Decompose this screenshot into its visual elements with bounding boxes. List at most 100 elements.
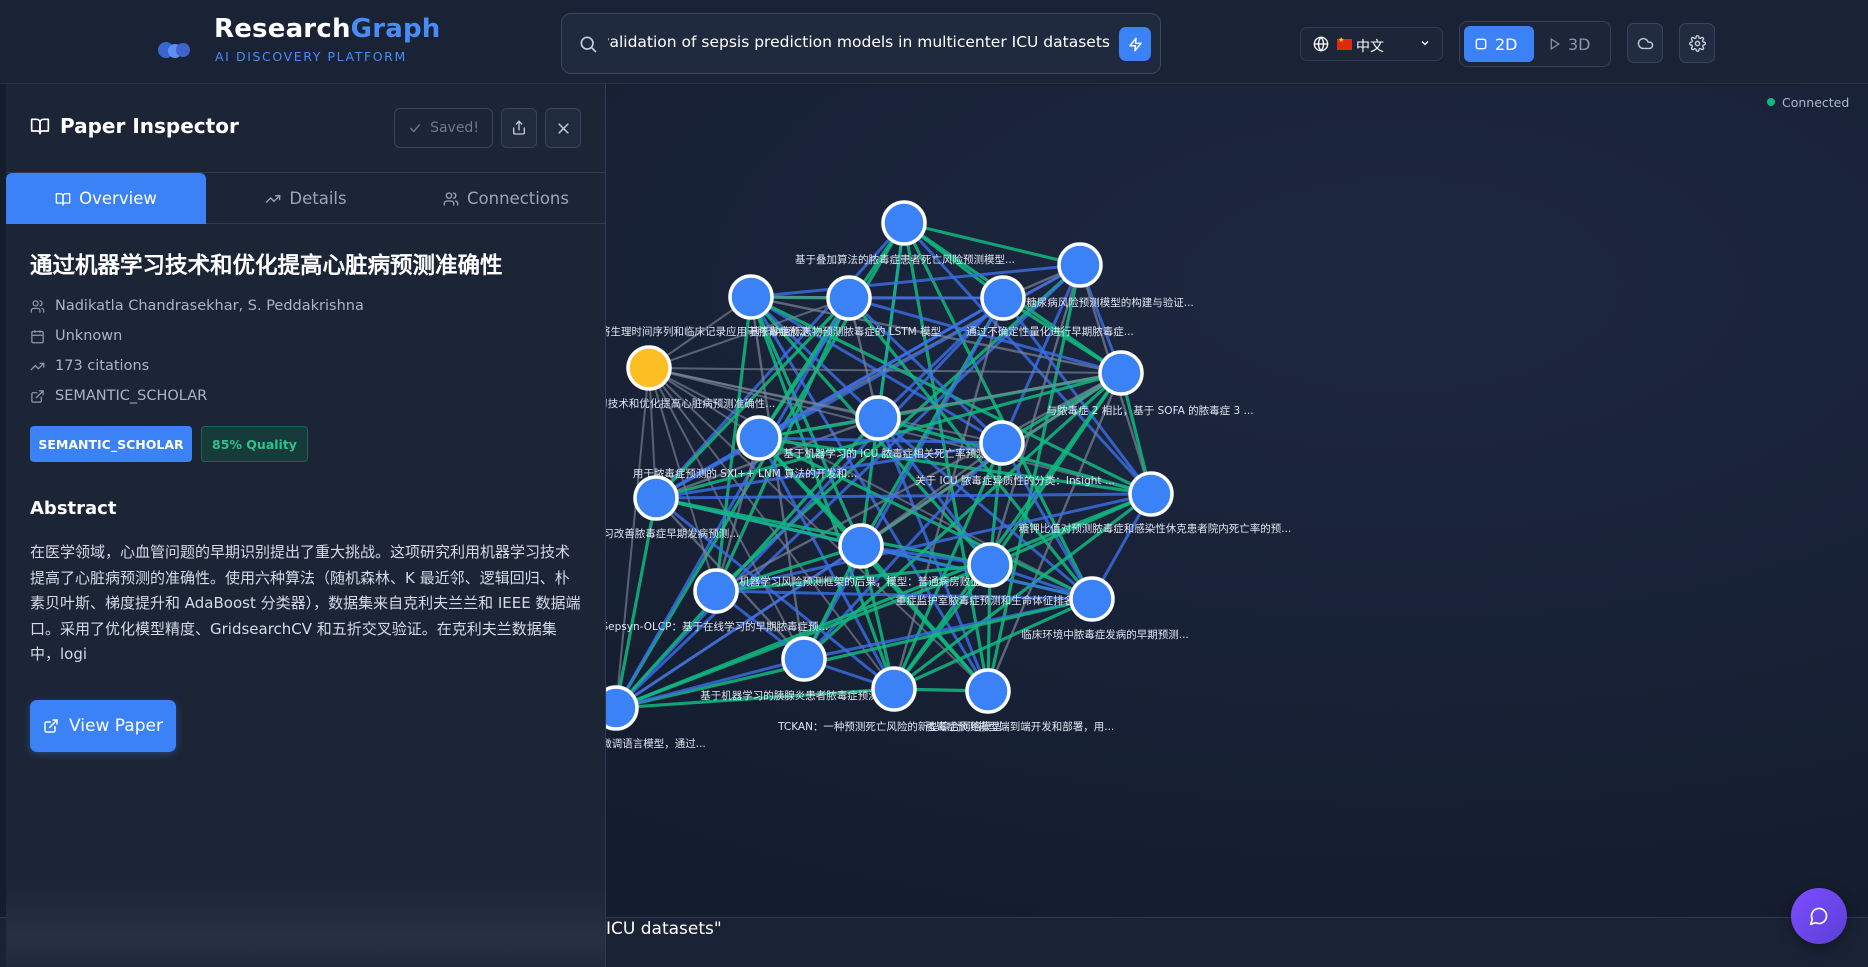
top-header: ResearchGraph AI DISCOVERY PLATFORM Exte…: [0, 0, 1868, 84]
book-open-icon: [55, 192, 71, 206]
paper-authors: Nadikatla Chandrasekhar, S. Peddakrishna: [30, 298, 364, 314]
settings-button[interactable]: [1679, 23, 1715, 63]
graph-node[interactable]: [980, 275, 1026, 321]
abstract-line: 在医学领域，心血管问题的早期识别提出了重大挑战。这项研究利用机器学习技术: [30, 543, 571, 561]
abstract-line: 中，logi: [30, 645, 88, 663]
graph-node-label: 机器学习风险预测框架的后果，模型：普通病房败血...: [739, 575, 991, 588]
graph-node[interactable]: [1057, 242, 1103, 288]
paper-citations: 173 citations: [30, 358, 149, 374]
language-select[interactable]: 中文: [1300, 27, 1443, 61]
graph-node[interactable]: [633, 475, 679, 521]
graph-node[interactable]: [855, 395, 901, 441]
graph-node-label: 糖钾比值对预测脓毒症和感染性休克患者院内死亡率的预...: [1019, 522, 1292, 535]
graph-node[interactable]: [1069, 576, 1115, 622]
graph-node[interactable]: [967, 542, 1013, 588]
lightning-icon: [1128, 37, 1142, 51]
search-bar[interactable]: External validation of sepsis prediction…: [561, 13, 1161, 74]
graph-node[interactable]: [781, 636, 827, 682]
abstract-line: 口。采用了优化模型精度、GridsearchCV 和五折交叉验证。在克利夫兰数据…: [30, 619, 557, 638]
trending-up-icon: [266, 194, 281, 203]
status-label: Connected: [1782, 95, 1850, 110]
graph-node-label: 关于 ICU 脓毒症异质性的分类：Insight ...: [915, 474, 1115, 487]
graph-node[interactable]: [693, 568, 739, 614]
abstract-text: 在医学领域，心血管问题的早期识别提出了重大挑战。这项研究利用机器学习技术 提高了…: [30, 540, 582, 668]
paper-inspector-panel: Paper Inspector Saved! Overview Details …: [6, 84, 606, 967]
connection-status: Connected: [1767, 95, 1849, 110]
gear-icon: [1688, 34, 1706, 52]
square-icon: [1475, 38, 1487, 50]
graph-node-selected[interactable]: [626, 345, 672, 391]
china-flag-icon: [1337, 36, 1352, 50]
calendar-icon: [31, 329, 44, 343]
graph-node-label: 与脓毒症 2 相比，基于 SOFA 的脓毒症 3 ...: [1046, 404, 1253, 417]
users-icon: [30, 299, 45, 313]
graph-node-label: 通过不确定性量化进行早期脓毒症...: [966, 325, 1134, 338]
inspector-tabs: Overview Details Connections: [6, 172, 605, 224]
graph-node[interactable]: [728, 274, 774, 320]
share-icon: [513, 120, 525, 135]
graph-node-label: 临床环境中脓毒症发病的早期预测...: [1021, 628, 1189, 641]
graph-edge: [655, 492, 1152, 500]
paper-source: SEMANTIC_SCHOLAR: [30, 388, 207, 404]
view-paper-button[interactable]: View Paper: [30, 700, 176, 752]
close-button[interactable]: [545, 108, 581, 148]
share-button[interactable]: [501, 108, 537, 148]
chat-bubble-icon: [1809, 907, 1828, 926]
search-input[interactable]: External validation of sepsis prediction…: [608, 33, 1110, 51]
graph-node[interactable]: [736, 415, 782, 461]
graph-node-label: 基于机器学习的胰腺炎患者脓毒症预测模型: [700, 689, 900, 702]
paper-title: 通过机器学习技术和优化提高心脏病预测准确性: [30, 253, 503, 279]
source-badge: SEMANTIC_SCHOLAR: [30, 426, 192, 462]
graph-node[interactable]: [1098, 350, 1144, 396]
status-dot-icon: [1767, 98, 1775, 106]
check-icon: [409, 124, 421, 133]
tab-overview[interactable]: Overview: [6, 173, 206, 224]
view-2d-button[interactable]: 2D: [1464, 26, 1534, 62]
graph-node[interactable]: [1128, 471, 1174, 517]
graph-node[interactable]: [881, 200, 927, 246]
users-icon: [443, 191, 459, 206]
tab-connections[interactable]: Connections: [406, 173, 605, 224]
close-icon: [557, 122, 569, 134]
abstract-line: 素贝叶斯、梯度提升和 AdaBoost 分类器），数据集来自克利夫兰兰和 IEE…: [30, 594, 581, 612]
paper-date: Unknown: [30, 328, 122, 344]
graph-node-label: 脓毒症预测模型端到端开发和部署，用...: [926, 720, 1115, 733]
logo-icon: [158, 38, 192, 64]
abstract-line: 提高了心脏病预测的准确性。使用六种算法（随机森林、K 最近邻、逻辑回归、朴: [30, 568, 570, 587]
graph-node[interactable]: [838, 523, 884, 569]
search-icon: [578, 34, 598, 58]
saved-button[interactable]: Saved!: [394, 108, 493, 148]
graph-node-label: 基于叠加算法的脓毒症患者死亡风险预测模型...: [795, 253, 1015, 266]
bottom-query-text: ICU datasets": [606, 919, 722, 939]
panel-bottom-fade: [6, 884, 605, 967]
graph-node-label: 基于肿瘤标志物预测脓毒症的 LSTM 模型: [749, 325, 941, 338]
abstract-heading: Abstract: [30, 498, 117, 519]
play-icon: [1550, 38, 1560, 50]
trending-up-icon: [30, 362, 45, 370]
graph-node-label: 糖尿病风险预测模型的构建与验证...: [1026, 296, 1194, 309]
external-link-icon: [31, 389, 44, 403]
globe-icon: [1313, 36, 1329, 56]
graph-node-label: 基于机器学习的 ICU 脓毒症相关死亡率预测: [783, 447, 986, 460]
brand-title: ResearchGraph: [214, 14, 441, 44]
view-3d-button[interactable]: 3D: [1538, 26, 1606, 62]
panel-title: Paper Inspector: [30, 114, 239, 138]
chat-button[interactable]: [1791, 888, 1847, 944]
graph-node-label: 重症监护室脓毒症预测和生命体征排名: [896, 594, 1075, 607]
graph-node[interactable]: [979, 420, 1025, 466]
external-link-icon: [44, 719, 58, 733]
tab-details[interactable]: Details: [206, 173, 406, 224]
graph-node-label: Sepsyn-OLCP：基于在线学习的早期脓毒症预...: [601, 620, 828, 633]
cloud-button[interactable]: [1627, 23, 1663, 63]
language-label: 中文: [1356, 39, 1384, 55]
brand-subtitle: AI DISCOVERY PLATFORM: [215, 49, 407, 64]
book-open-icon: [30, 118, 50, 135]
graph-node[interactable]: [826, 275, 872, 321]
view-mode-toggle: 2D 3D: [1459, 21, 1611, 67]
quality-badge: 85% Quality: [201, 426, 308, 462]
graph-node[interactable]: [965, 668, 1011, 714]
cloud-icon: [1637, 37, 1653, 49]
graph-node[interactable]: [871, 666, 917, 712]
chevron-down-icon: [1419, 37, 1431, 53]
search-submit-button[interactable]: [1119, 27, 1151, 61]
